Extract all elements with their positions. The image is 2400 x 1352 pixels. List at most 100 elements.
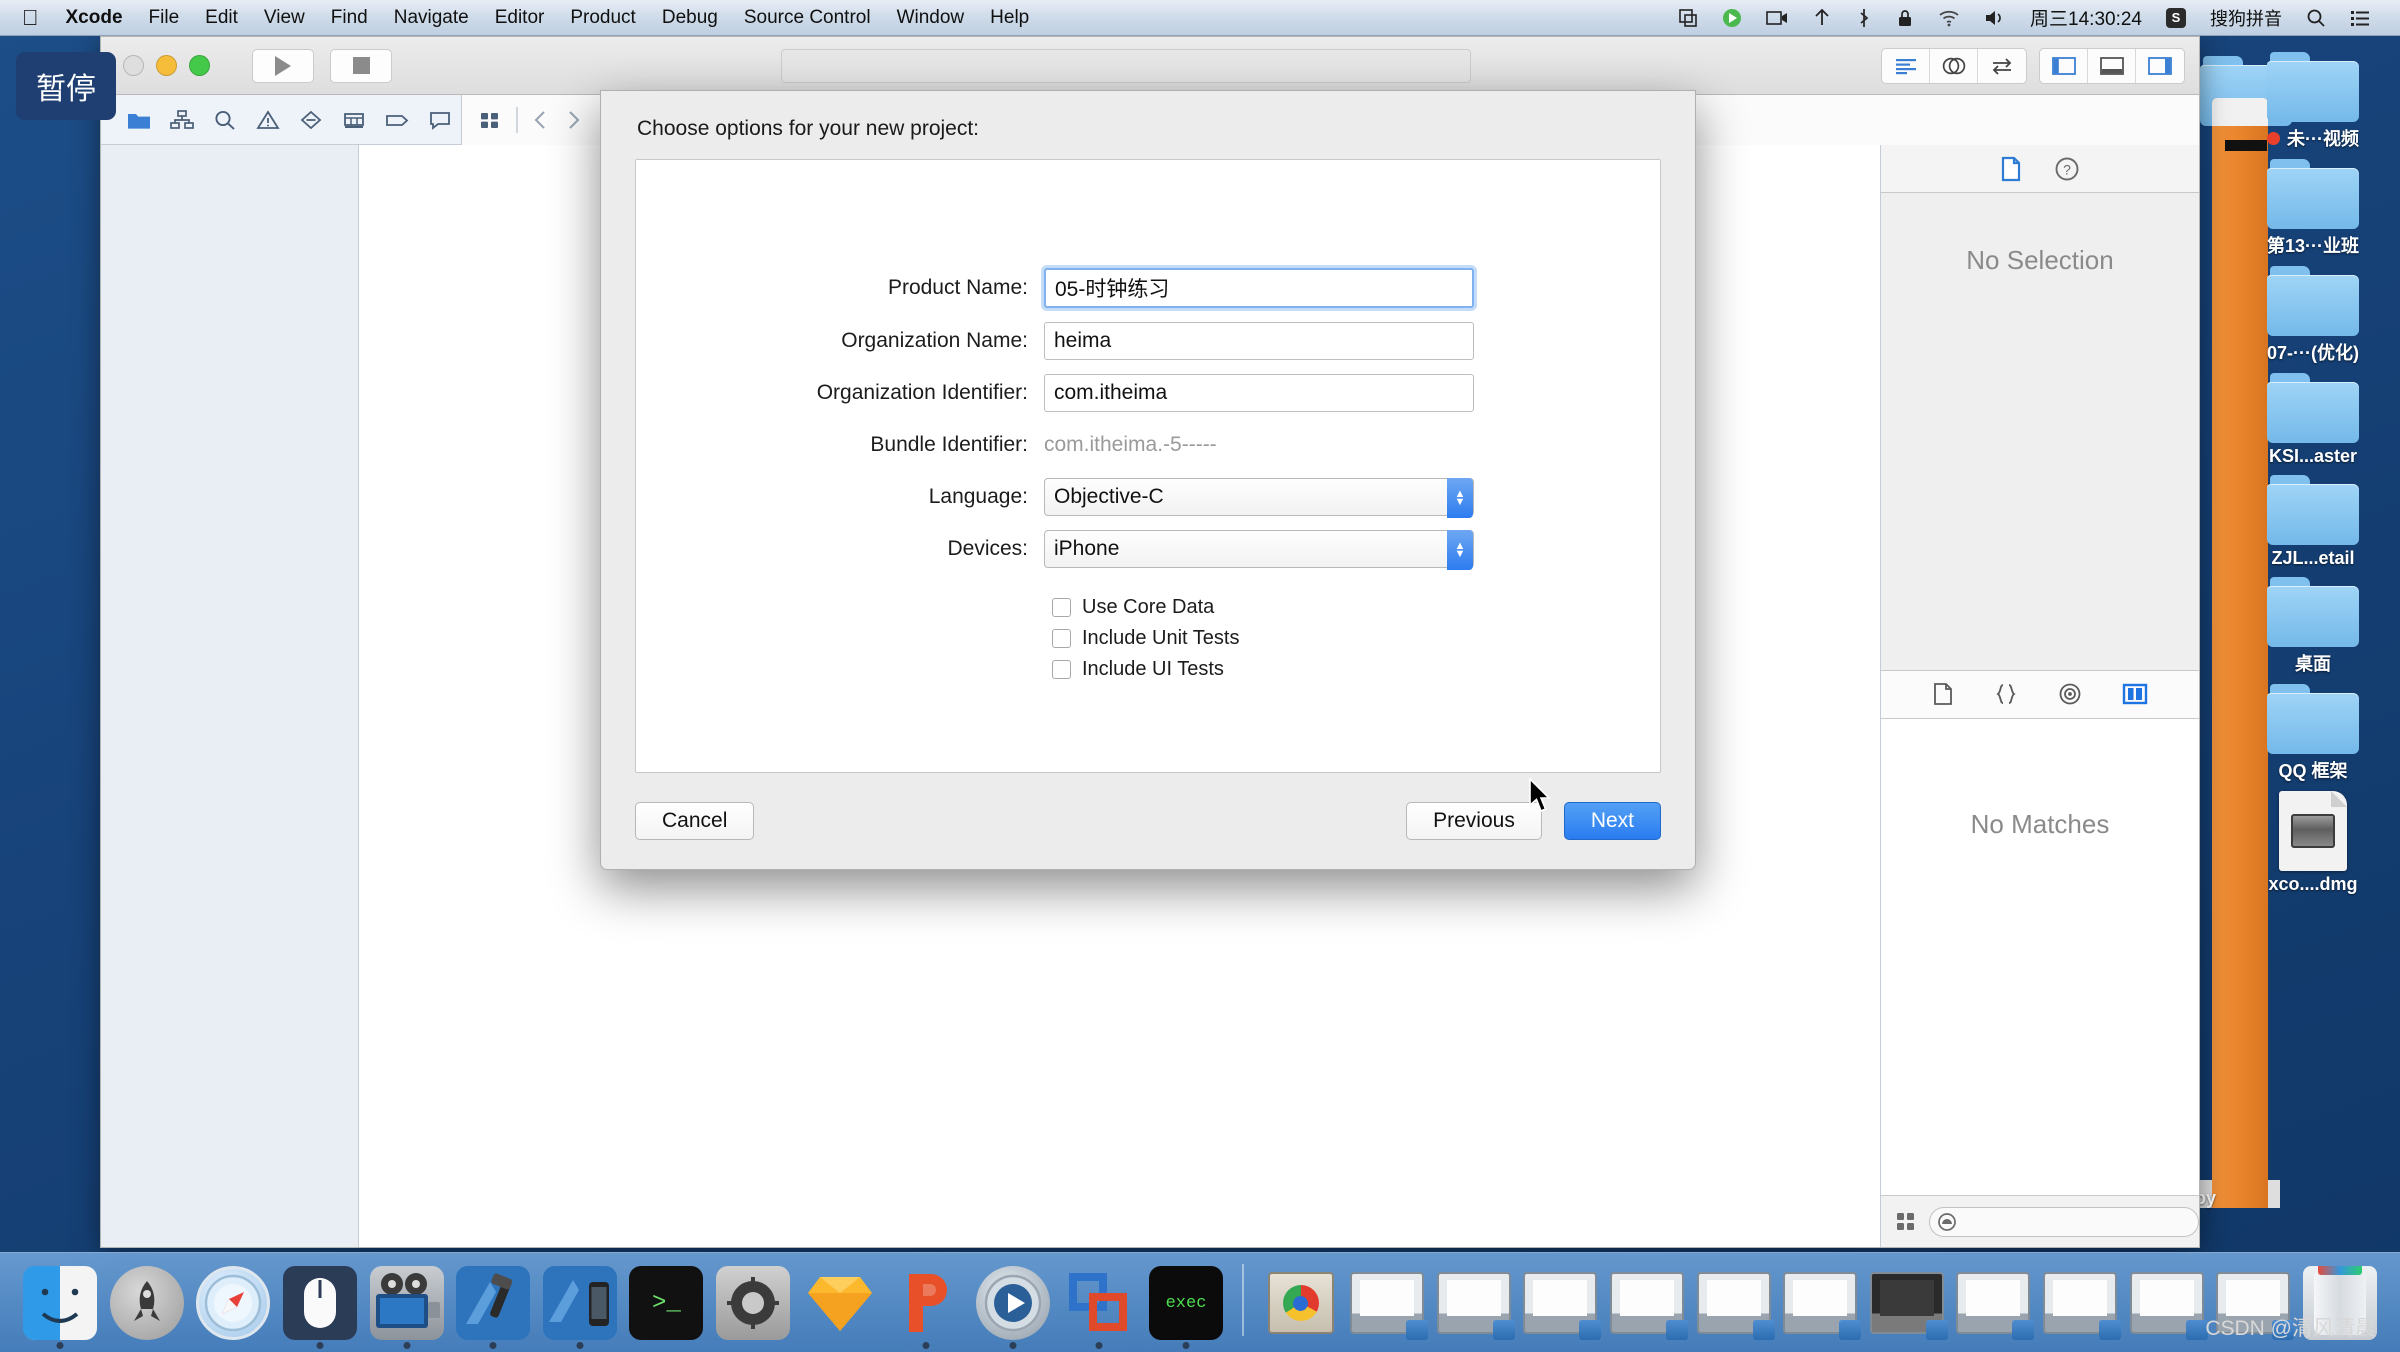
dock-item-mouse-utility[interactable]	[280, 1262, 361, 1349]
menu-item-help[interactable]: Help	[977, 0, 1042, 36]
menu-item-file[interactable]: File	[136, 0, 193, 36]
video-camera-icon[interactable]	[1754, 9, 1800, 27]
toggle-navigator-icon[interactable]	[2040, 48, 2088, 83]
dock-item-xcode-beta[interactable]	[540, 1262, 621, 1349]
desktop-icon-5[interactable]: 桌面	[2238, 577, 2388, 676]
volume-icon[interactable]	[1972, 9, 2018, 27]
lock-icon[interactable]	[1884, 8, 1926, 28]
dock-minimized-3[interactable]	[1520, 1262, 1602, 1344]
dock-item-finder[interactable]	[20, 1262, 101, 1349]
dock-minimized-5[interactable]	[1693, 1262, 1775, 1344]
menu-item-view[interactable]: View	[251, 0, 318, 36]
close-button[interactable]	[123, 55, 144, 76]
devices-select[interactable]: iPhone ▲ ▼	[1044, 530, 1474, 570]
assistant-editor-icon[interactable]	[1930, 48, 1978, 83]
symbol-navigator-icon[interactable]	[160, 100, 203, 140]
dock-minimized-8[interactable]	[1953, 1262, 2035, 1344]
zoom-button[interactable]	[189, 55, 210, 76]
chevron-updown-icon[interactable]: ▲ ▼	[1447, 530, 1473, 570]
cancel-button[interactable]: Cancel	[635, 802, 755, 840]
menu-item-xcode[interactable]: Xcode	[53, 0, 136, 36]
desktop-icon-3[interactable]: KSI...aster	[2238, 373, 2388, 467]
chevron-updown-icon[interactable]: ▲ ▼	[1447, 478, 1473, 518]
organization-identifier-input[interactable]	[1044, 374, 1474, 412]
checkbox-row-include-ui-tests[interactable]: Include UI Tests	[1052, 658, 1660, 681]
forward-arrow-icon[interactable]	[564, 109, 582, 131]
dock-item-vmware-fusion[interactable]	[1059, 1262, 1140, 1349]
project-navigator-icon[interactable]	[117, 100, 160, 140]
dock-item-imovie[interactable]	[366, 1262, 447, 1349]
desktop-icon-2[interactable]: 07-···(优化)	[2238, 266, 2388, 365]
bluetooth-icon[interactable]	[1844, 8, 1884, 28]
file-template-library-icon[interactable]	[1932, 682, 1954, 706]
dock-item-exec-terminal[interactable]: exec	[1146, 1262, 1227, 1349]
pause-badge[interactable]: 暂停	[16, 52, 116, 120]
code-snippet-library-icon[interactable]	[1994, 682, 2018, 706]
dock-minimized-7[interactable]	[1866, 1262, 1948, 1344]
dock-item-xcode[interactable]	[453, 1262, 534, 1349]
menu-item-source-control[interactable]: Source Control	[731, 0, 884, 36]
menu-item-edit[interactable]: Edit	[192, 0, 251, 36]
standard-editor-icon[interactable]	[1882, 48, 1930, 83]
checkbox-row-include-unit-tests[interactable]: Include Unit Tests	[1052, 627, 1660, 650]
include-ui-tests-checkbox[interactable]	[1052, 660, 1071, 679]
input-method-badge-icon[interactable]: S	[2154, 7, 2198, 28]
stop-button[interactable]	[330, 48, 392, 83]
language-select[interactable]: Objective-C ▲ ▼	[1044, 478, 1474, 518]
desktop-icon-7[interactable]: xco....dmg	[2238, 791, 2388, 895]
minimize-button[interactable]	[156, 55, 177, 76]
dock-minimized-4[interactable]	[1607, 1262, 1688, 1344]
object-library-icon[interactable]	[2058, 682, 2082, 706]
library-grid-toggle-icon[interactable]	[1895, 1211, 1917, 1233]
version-editor-icon[interactable]	[1978, 49, 2026, 83]
quick-help-icon[interactable]: ?	[2054, 156, 2080, 182]
checkbox-row-use-core-data[interactable]: Use Core Data	[1052, 596, 1660, 619]
test-navigator-icon[interactable]	[289, 100, 332, 140]
find-navigator-icon[interactable]	[203, 100, 246, 140]
menu-item-find[interactable]: Find	[318, 0, 381, 36]
menu-item-product[interactable]: Product	[557, 0, 648, 36]
menu-item-window[interactable]: Window	[884, 0, 978, 36]
report-navigator-icon[interactable]	[418, 100, 461, 140]
library-search-input[interactable]	[1958, 1211, 2198, 1232]
notification-center-icon[interactable]	[2338, 9, 2382, 27]
xcode-navigator-pane[interactable]	[101, 145, 359, 1247]
toggle-utilities-icon[interactable]	[2136, 49, 2184, 83]
media-library-icon[interactable]	[2122, 683, 2148, 705]
desktop-icon-0[interactable]: 未···视频	[2238, 52, 2388, 151]
wifi-icon[interactable]	[1926, 9, 1972, 27]
desktop-icon-6[interactable]: QQ 框架	[2238, 684, 2388, 783]
menu-item-editor[interactable]: Editor	[482, 0, 558, 36]
organization-name-input[interactable]	[1044, 322, 1474, 360]
desktop-icon-4[interactable]: ZJL...etail	[2238, 475, 2388, 569]
input-method-label[interactable]: 搜狗拼音	[2198, 5, 2294, 31]
next-button[interactable]: Next	[1563, 802, 1661, 840]
dock-item-keynote[interactable]	[886, 1262, 967, 1349]
breakpoint-navigator-icon[interactable]	[375, 100, 418, 140]
dock-minimized-9[interactable]	[2040, 1262, 2121, 1344]
library-search-field[interactable]	[1929, 1206, 2199, 1237]
issue-navigator-icon[interactable]	[246, 100, 289, 140]
menu-item-navigate[interactable]: Navigate	[381, 0, 482, 36]
apple-menu-icon[interactable]: 	[14, 0, 53, 36]
debug-navigator-icon[interactable]	[332, 100, 375, 140]
airplay-icon[interactable]	[1666, 8, 1710, 28]
dock-item-quicktime-player[interactable]	[973, 1262, 1054, 1349]
dock-item-sketch[interactable]	[799, 1262, 880, 1344]
run-button[interactable]	[252, 48, 314, 83]
desktop-icon-1[interactable]: 第13···业班	[2238, 159, 2388, 258]
airdrop-icon[interactable]	[1800, 8, 1844, 28]
dock-minimized-1[interactable]	[1347, 1262, 1429, 1344]
product-name-input[interactable]	[1044, 268, 1474, 308]
dock-item-terminal[interactable]: >_	[626, 1262, 707, 1344]
use-core-data-checkbox[interactable]	[1052, 598, 1071, 617]
toggle-debug-area-icon[interactable]	[2088, 48, 2136, 83]
menu-bar-clock[interactable]: 周三14:30:24	[2018, 4, 2154, 31]
related-items-icon[interactable]	[478, 109, 502, 131]
include-unit-tests-checkbox[interactable]	[1052, 629, 1071, 648]
screen-record-icon[interactable]	[1710, 8, 1754, 28]
dock-item-chrome-window[interactable]	[1260, 1262, 1341, 1344]
spotlight-search-icon[interactable]	[2294, 8, 2338, 28]
back-arrow-icon[interactable]	[532, 109, 550, 131]
menu-item-debug[interactable]: Debug	[649, 0, 731, 36]
